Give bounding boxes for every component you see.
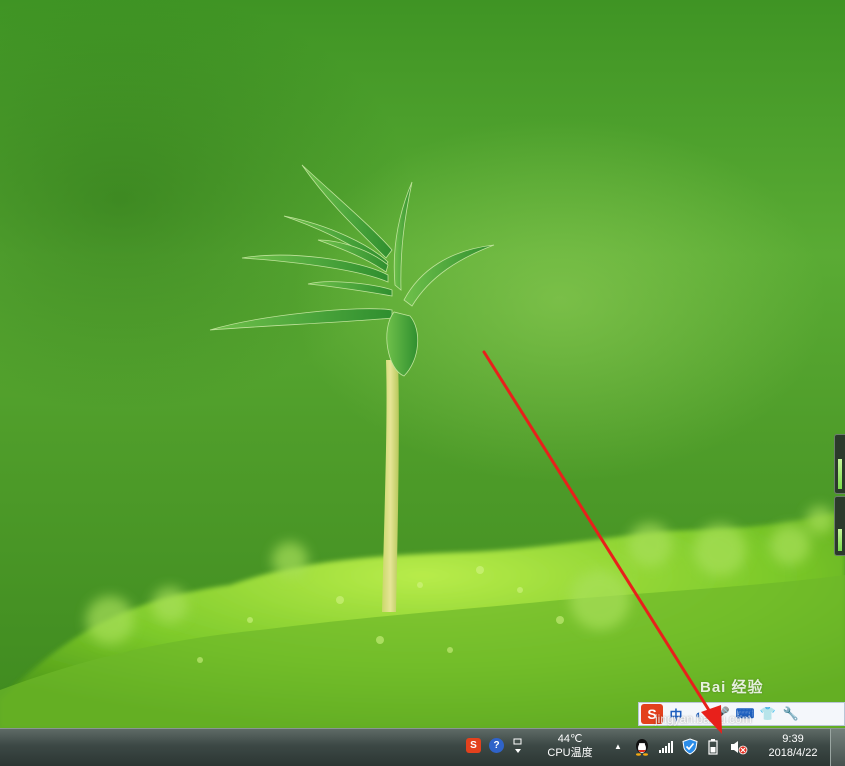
system-clock[interactable]: 9:39 2018/4/22: [754, 732, 832, 760]
baidu-watermark-url: jingyan.baidu.com: [655, 712, 752, 726]
gadget-level-bar: [838, 529, 842, 551]
clock-time: 9:39: [782, 733, 804, 745]
cpu-temp-label: CPU温度: [547, 747, 593, 759]
taskbar: S ? 44℃ CPU温度 ▲ 9:39 2018/4/22: [0, 728, 845, 766]
qq-penguin-icon[interactable]: [634, 738, 650, 756]
qq-glyph-icon: [636, 739, 648, 756]
battery-device-icon[interactable]: [708, 738, 718, 755]
ime-tools-icon[interactable]: 🔧: [781, 704, 801, 724]
show-desktop-button[interactable]: [830, 729, 845, 766]
desktop-wallpaper: Bai 经验: [0, 0, 845, 728]
sidebar-gadget-meter[interactable]: [834, 434, 845, 494]
signal-bars-icon: [659, 741, 673, 753]
tray-expand-button[interactable]: ▲: [612, 740, 624, 754]
gadget-level-bar: [838, 459, 842, 489]
cpu-temperature-widget[interactable]: 44℃ CPU温度: [536, 732, 604, 760]
cpu-temp-value: 44℃: [557, 733, 583, 745]
volume-muted-icon[interactable]: [730, 739, 748, 755]
speaker-mute-icon: [731, 741, 748, 755]
help-icon[interactable]: ?: [489, 738, 504, 753]
sidebar-gadget-meter-2[interactable]: [834, 496, 845, 556]
battery-icon: [708, 739, 718, 755]
network-signal-icon[interactable]: [658, 740, 674, 754]
window-switch-icon[interactable]: [512, 735, 524, 759]
ime-skin-icon[interactable]: 👕: [758, 704, 778, 724]
sogou-tray-icon[interactable]: S: [466, 738, 481, 753]
security-shield-icon[interactable]: [682, 738, 698, 755]
clock-date: 2018/4/22: [768, 747, 818, 759]
baidu-watermark-logo: Bai 经验: [700, 679, 764, 696]
shield-icon: [682, 738, 698, 755]
window-switch-glyph-icon: [513, 738, 522, 753]
wallpaper-sprout-image: [0, 164, 845, 728]
